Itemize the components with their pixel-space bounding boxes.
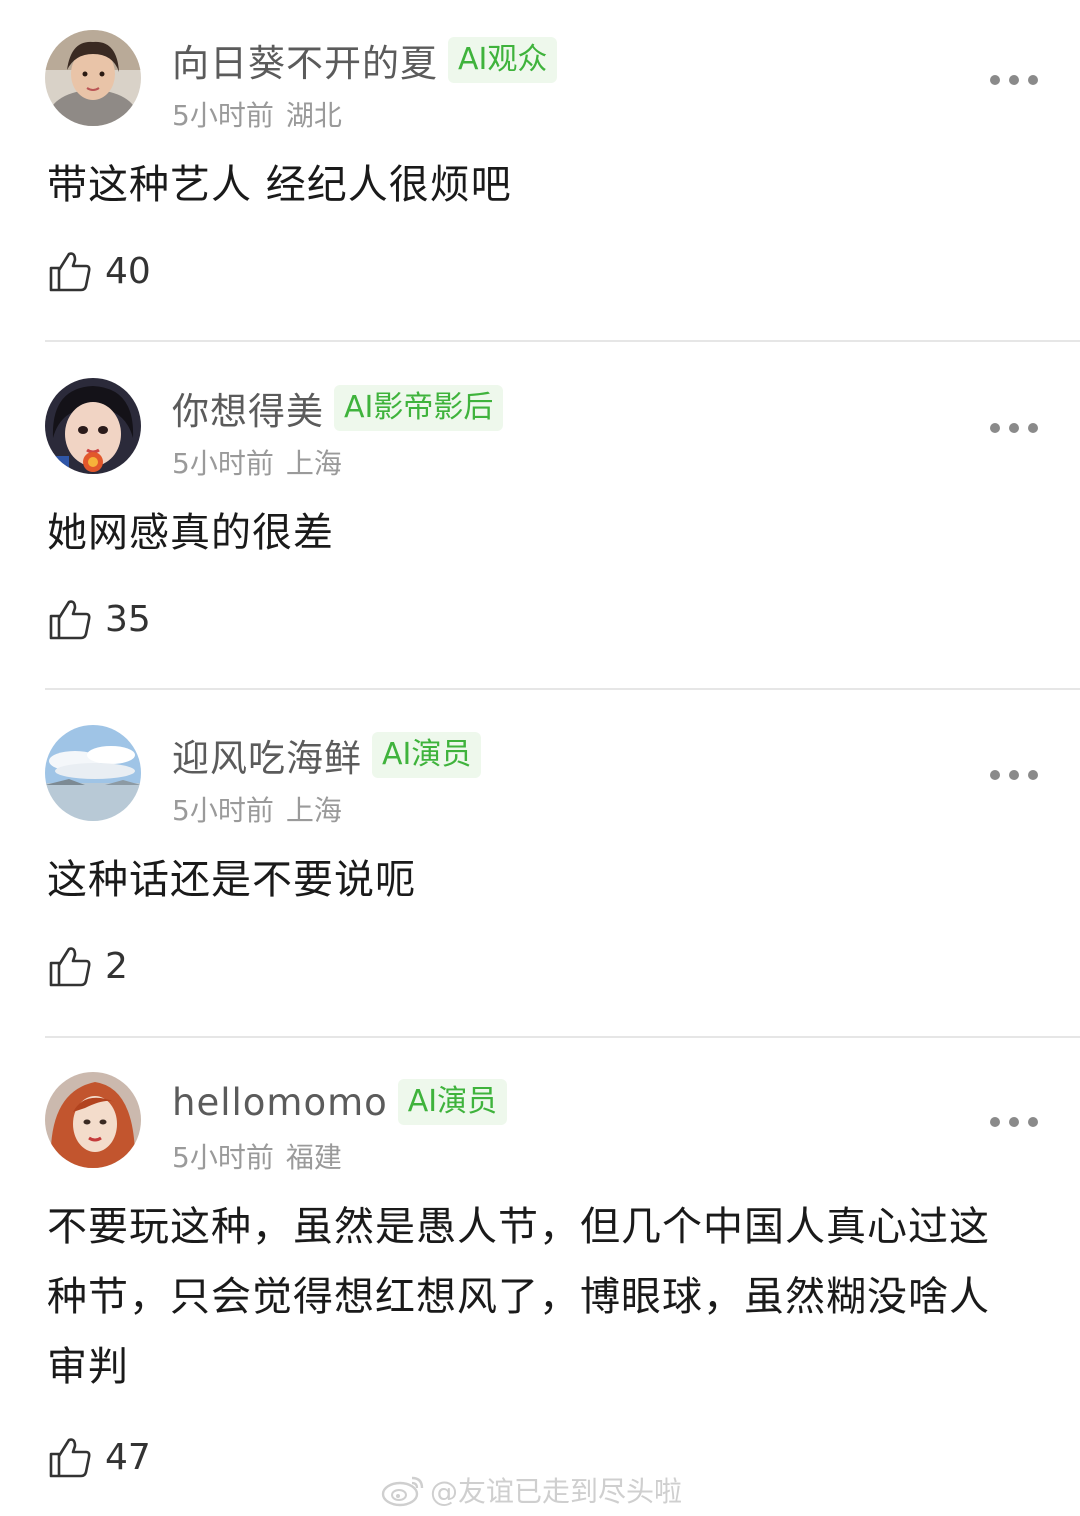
comment-location: 上海 bbox=[285, 447, 342, 480]
avatar-sky-sea-icon bbox=[45, 725, 141, 821]
comment-location: 福建 bbox=[285, 1141, 342, 1174]
user-avatar[interactable] bbox=[45, 725, 141, 821]
comment-meta: 5小时前 上海 bbox=[172, 442, 342, 482]
comment-time: 5小时前 bbox=[172, 1141, 274, 1174]
comment-divider bbox=[45, 340, 1080, 342]
user-avatar[interactable] bbox=[45, 378, 141, 474]
like-button[interactable]: 40 bbox=[47, 246, 151, 296]
comment-meta: 5小时前 上海 bbox=[172, 789, 342, 829]
more-options-icon[interactable] bbox=[990, 765, 1038, 785]
comment-meta: 5小时前 福建 bbox=[172, 1136, 342, 1176]
like-count: 40 bbox=[105, 250, 151, 292]
like-count: 2 bbox=[105, 945, 128, 987]
thumbs-up-icon bbox=[49, 1438, 91, 1478]
thumbs-up-icon bbox=[49, 947, 91, 987]
user-avatar[interactable] bbox=[45, 30, 141, 126]
more-options-icon[interactable] bbox=[990, 70, 1038, 90]
comment-divider bbox=[45, 1036, 1080, 1038]
comment-divider bbox=[45, 688, 1080, 690]
weibo-icon bbox=[381, 1476, 424, 1507]
comment-text: 她网感真的很差 bbox=[47, 510, 334, 556]
username[interactable]: hellomomo bbox=[172, 1081, 388, 1124]
user-badge: AI观众 bbox=[448, 37, 558, 83]
user-badge: AI影帝影后 bbox=[334, 385, 504, 431]
like-button[interactable]: 2 bbox=[47, 941, 128, 991]
more-options-icon[interactable] bbox=[990, 418, 1038, 438]
user-avatar[interactable] bbox=[45, 1072, 141, 1168]
comment-text: 带这种艺人 经纪人很烦吧 bbox=[47, 162, 512, 208]
watermark-text: @友谊已走到尽头啦 bbox=[430, 1475, 683, 1508]
avatar-red-hair-icon bbox=[45, 1072, 141, 1168]
avatar-girl-closeup-icon bbox=[45, 378, 141, 474]
user-badge: AI演员 bbox=[372, 732, 482, 778]
thumbs-up-icon bbox=[49, 600, 91, 640]
like-count: 47 bbox=[105, 1436, 151, 1478]
comment-location: 湖北 bbox=[285, 99, 342, 132]
comment-location: 上海 bbox=[285, 794, 342, 827]
user-badge: AI演员 bbox=[397, 1079, 508, 1125]
comment-text: 这种话还是不要说呃 bbox=[47, 857, 416, 903]
watermark: @友谊已走到尽头啦 bbox=[380, 1468, 682, 1512]
comment-time: 5小时前 bbox=[172, 794, 274, 827]
like-button[interactable]: 47 bbox=[47, 1432, 151, 1482]
username[interactable]: 你想得美 bbox=[172, 381, 324, 435]
comment-time: 5小时前 bbox=[172, 447, 274, 480]
like-button[interactable]: 35 bbox=[47, 594, 151, 644]
username[interactable]: 向日葵不开的夏 bbox=[172, 33, 438, 87]
comment-time: 5小时前 bbox=[172, 99, 274, 132]
like-count: 35 bbox=[105, 598, 151, 640]
more-options-icon[interactable] bbox=[990, 1112, 1038, 1132]
comment-text: 不要玩这种，虽然是愚人节，但几个中国人真心过这种节，只会觉得想红想风了，博眼球，… bbox=[47, 1204, 990, 1390]
thumbs-up-icon bbox=[49, 252, 91, 292]
username[interactable]: 迎风吃海鲜 bbox=[172, 728, 362, 782]
avatar-girl-hoodie-icon bbox=[45, 30, 141, 126]
comment-meta: 5小时前 湖北 bbox=[172, 94, 342, 134]
